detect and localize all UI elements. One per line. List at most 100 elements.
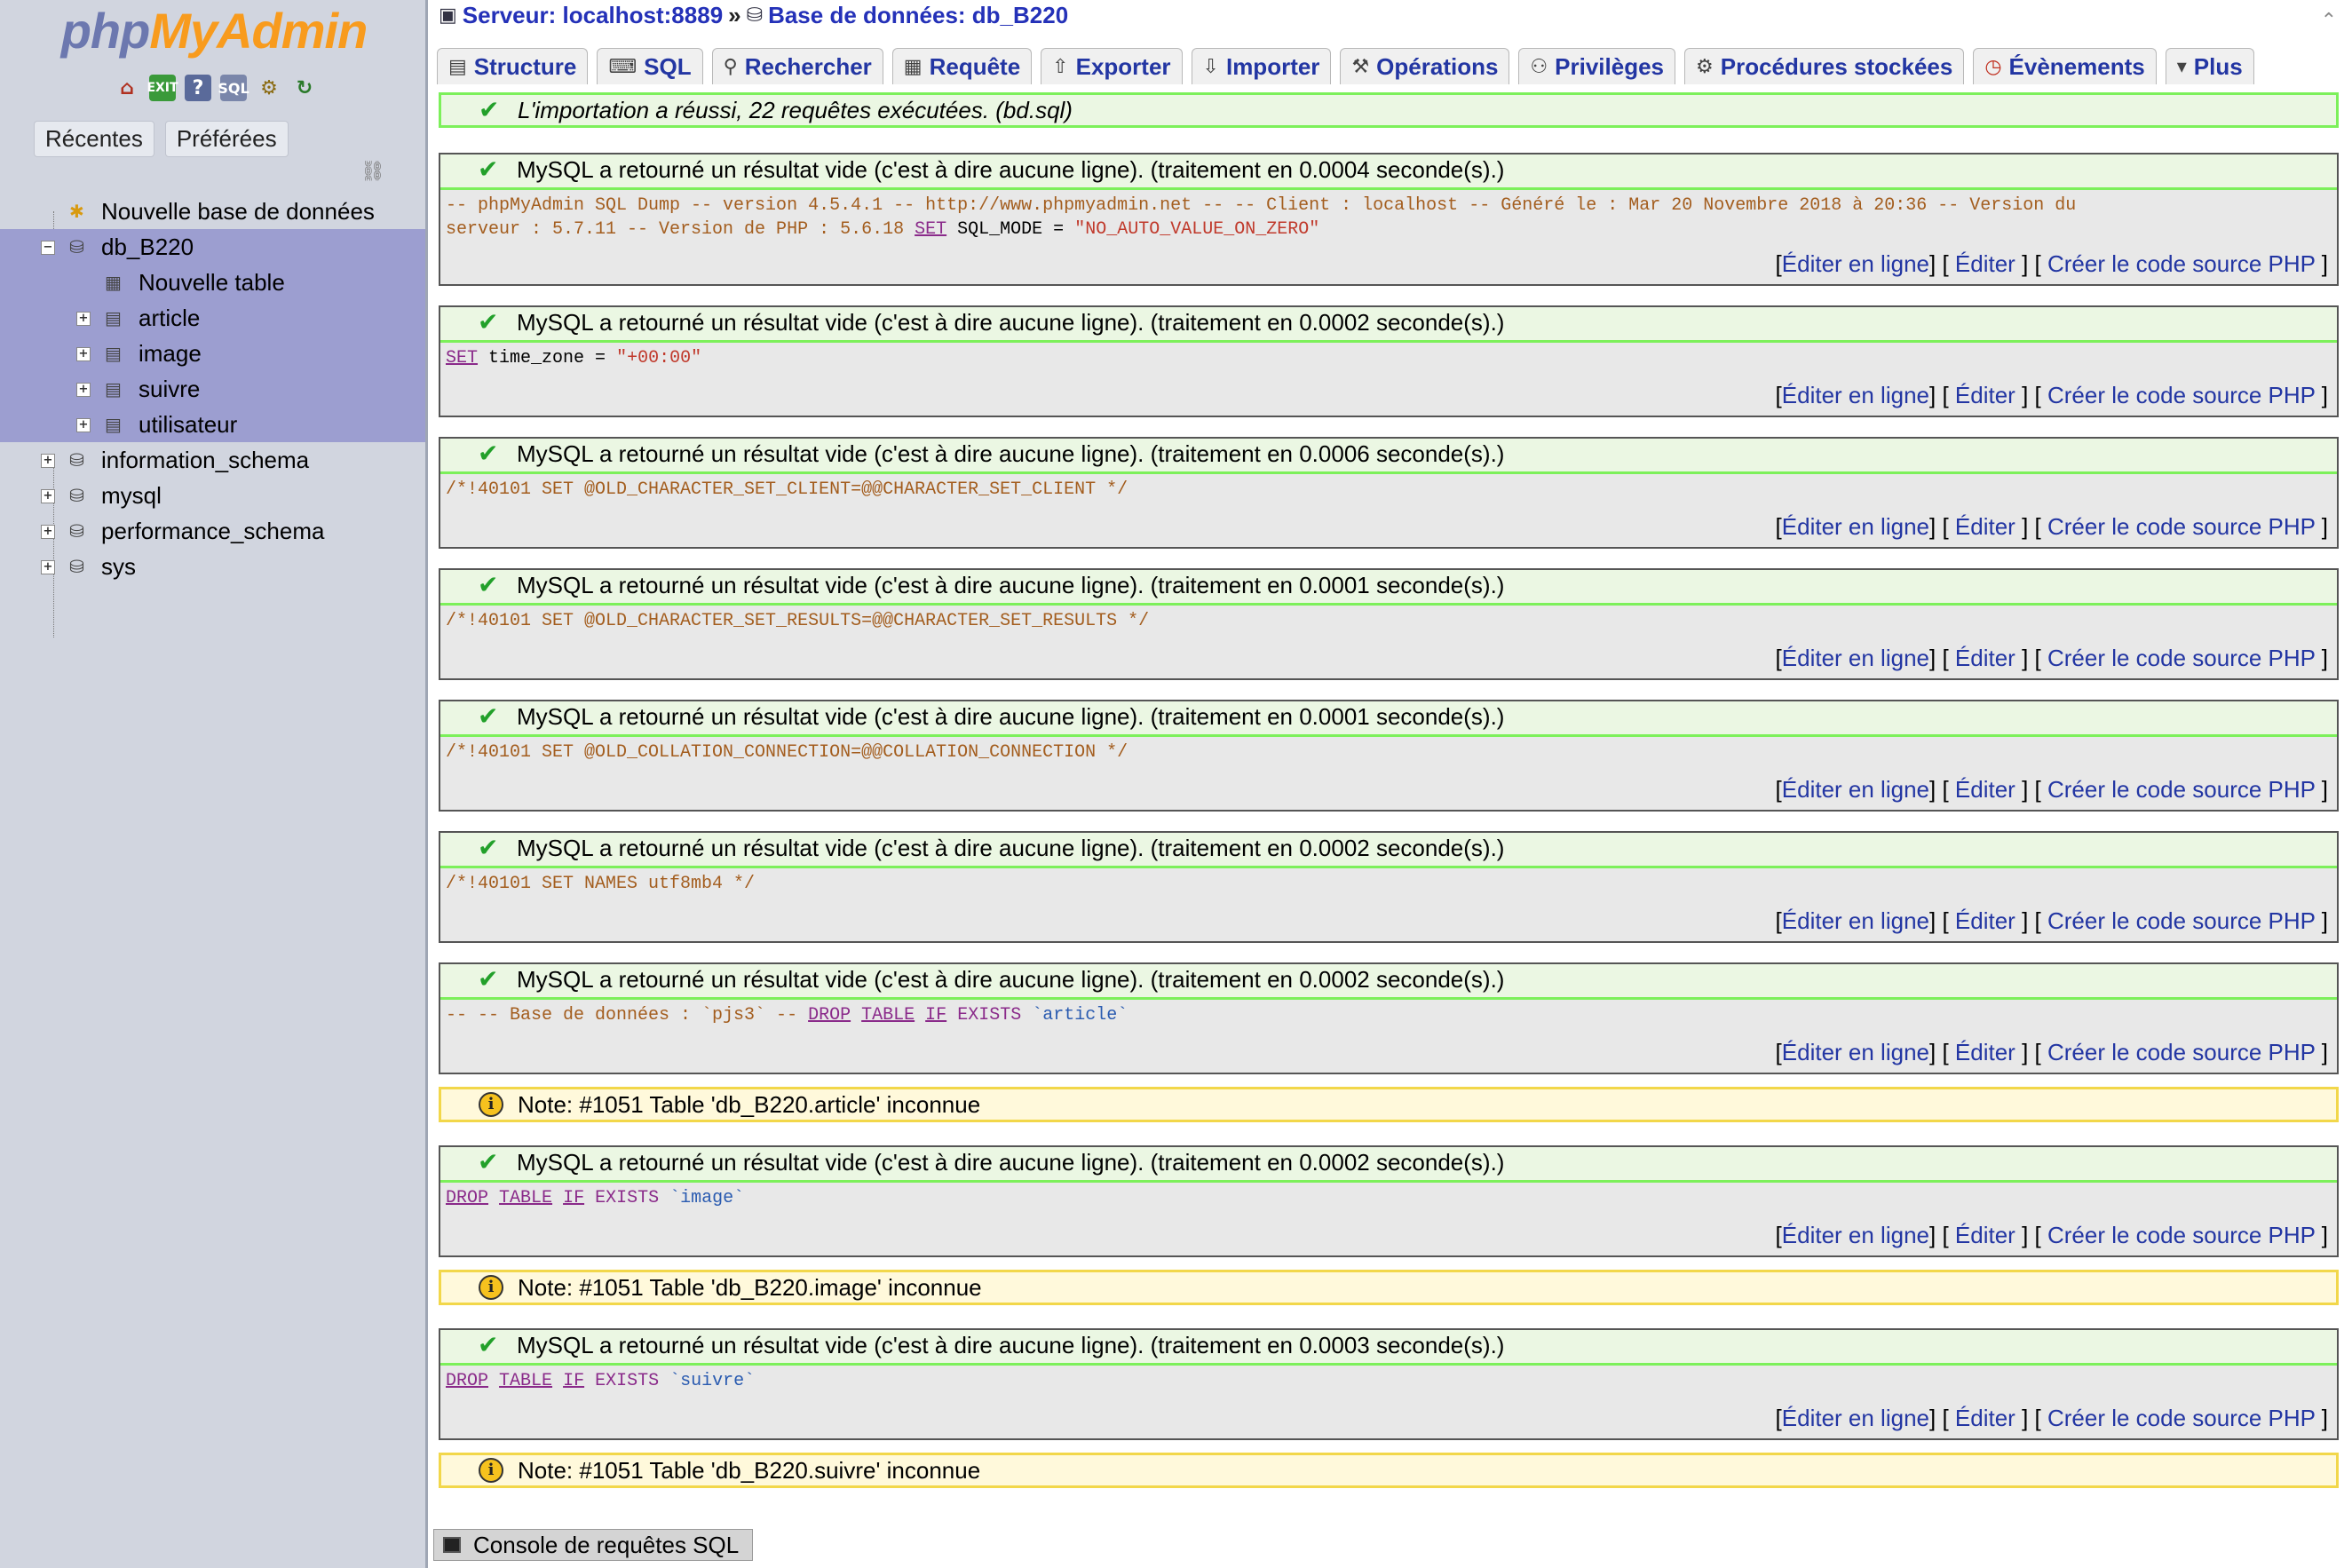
edit-link[interactable]: Éditer <box>1955 250 2015 277</box>
tree-table-item[interactable]: + ▤ image <box>0 336 425 371</box>
collapse-top-menu-icon[interactable]: ⌃ <box>2321 9 2337 32</box>
tab-operations[interactable]: ⚒ Opérations <box>1340 48 1510 84</box>
export-icon: ⇧ <box>1052 55 1069 78</box>
bracket: [ <box>1775 776 1782 803</box>
tab-routines[interactable]: ⚙ Procédures stockées <box>1684 48 1965 84</box>
create-php-code-link[interactable]: Créer le code source PHP <box>2047 1405 2316 1431</box>
settings-icon[interactable]: ⚙ <box>256 75 282 101</box>
bracket: [ <box>1775 1222 1782 1248</box>
sql-keyword: TABLE <box>861 1005 915 1026</box>
expand-icon[interactable]: + <box>76 312 91 326</box>
expand-icon[interactable]: + <box>41 489 55 503</box>
sql-query[interactable]: -- -- Base de données : `pjs3` -- DROP T… <box>440 1000 2337 1035</box>
sql-comment: -- phpMyAdmin SQL Dump -- version 4.5.4.… <box>446 195 2077 216</box>
tree-label-db: performance_schema <box>101 518 325 544</box>
success-text: MySQL a retourné un résultat vide (c'est… <box>517 703 1505 730</box>
tree-new-table[interactable]: ▦ Nouvelle table <box>0 265 425 300</box>
collapse-icon[interactable]: − <box>41 241 55 255</box>
tree-label-new-table: Nouvelle table <box>139 269 285 296</box>
sql-keyword: EXISTS <box>595 1371 660 1391</box>
edit-inline-link[interactable]: Éditer en ligne <box>1782 1222 1929 1248</box>
tree-db-item[interactable]: + ⛁ sys <box>0 549 425 584</box>
tab-search[interactable]: ⚲ Rechercher <box>711 48 883 84</box>
home-icon[interactable]: ⌂ <box>114 75 140 101</box>
tree-db-item[interactable]: + ⛁ performance_schema <box>0 513 425 549</box>
create-php-code-link[interactable]: Créer le code source PHP <box>2047 1222 2316 1248</box>
success-message: ✔ MySQL a retourné un résultat vide (c'e… <box>440 154 2337 190</box>
expand-icon[interactable]: + <box>41 525 55 539</box>
tree-db-item[interactable]: + ⛁ mysql <box>0 478 425 513</box>
edit-link[interactable]: Éditer <box>1955 645 2015 671</box>
create-php-code-link[interactable]: Créer le code source PHP <box>2047 1039 2316 1065</box>
edit-inline-link[interactable]: Éditer en ligne <box>1782 907 1929 934</box>
tree-db-current[interactable]: − ⛁ db_B220 <box>0 229 425 265</box>
tree-table-item[interactable]: + ▤ suivre <box>0 371 425 407</box>
edit-inline-link[interactable]: Éditer en ligne <box>1782 1039 1929 1065</box>
recent-tables-button[interactable]: Récentes <box>34 121 154 157</box>
edit-inline-link[interactable]: Éditer en ligne <box>1782 645 1929 671</box>
expand-icon[interactable]: + <box>41 454 55 468</box>
edit-link[interactable]: Éditer <box>1955 1039 2015 1065</box>
edit-inline-link[interactable]: Éditer en ligne <box>1782 1405 1929 1431</box>
link-with-main-panel-icon[interactable]: ⛓ <box>360 160 385 183</box>
create-php-code-link[interactable]: Créer le code source PHP <box>2047 513 2316 540</box>
expand-icon[interactable]: + <box>76 347 91 361</box>
edit-inline-link[interactable]: Éditer en ligne <box>1782 382 1929 408</box>
expand-icon[interactable]: + <box>76 383 91 397</box>
breadcrumb-server[interactable]: Serveur: localhost:8889 <box>463 2 723 29</box>
info-icon: i <box>479 1275 503 1300</box>
tab-structure[interactable]: ▤ Structure <box>437 48 589 84</box>
create-php-code-link[interactable]: Créer le code source PHP <box>2047 776 2316 803</box>
create-php-code-link[interactable]: Créer le code source PHP <box>2047 645 2316 671</box>
sql-keyword: TABLE <box>499 1188 553 1208</box>
bracket: ] [ <box>1929 1222 1949 1248</box>
sql-query[interactable]: -- phpMyAdmin SQL Dump -- version 4.5.4.… <box>440 190 2337 247</box>
edit-link[interactable]: Éditer <box>1955 513 2015 540</box>
tree-label-db: information_schema <box>101 447 310 473</box>
edit-link[interactable]: Éditer <box>1955 1222 2015 1248</box>
note-message: i Note: #1051 Table 'db_B220.image' inco… <box>439 1270 2339 1305</box>
sql-query[interactable]: DROP TABLE IF EXISTS `image` <box>440 1183 2337 1218</box>
edit-inline-link[interactable]: Éditer en ligne <box>1782 250 1929 277</box>
tree-table-item[interactable]: + ▤ article <box>0 300 425 336</box>
docs-icon[interactable]: ? <box>185 75 211 101</box>
logout-icon[interactable]: EXIT <box>146 75 178 101</box>
create-php-code-link[interactable]: Créer le code source PHP <box>2047 907 2316 934</box>
sql-query[interactable]: /*!40101 SET @OLD_CHARACTER_SET_CLIENT=@… <box>440 474 2337 510</box>
tree-db-item[interactable]: + ⛁ information_schema <box>0 442 425 478</box>
sql-query[interactable]: /*!40101 SET @OLD_CHARACTER_SET_RESULTS=… <box>440 606 2337 641</box>
tab-export[interactable]: ⇧ Exporter <box>1041 48 1183 84</box>
sql-query[interactable]: /*!40101 SET NAMES utf8mb4 */ <box>440 868 2337 904</box>
sql-query[interactable]: /*!40101 SET @OLD_COLLATION_CONNECTION=@… <box>440 737 2337 772</box>
sql-docs-icon[interactable]: SQL <box>218 75 249 101</box>
create-php-code-link[interactable]: Créer le code source PHP <box>2047 382 2316 408</box>
tree-new-database[interactable]: ✱ Nouvelle base de données <box>0 194 425 229</box>
tree-label-new-database: Nouvelle base de données <box>101 198 375 225</box>
sql-console-toggle[interactable]: Console de requêtes SQL <box>433 1529 753 1561</box>
edit-link[interactable]: Éditer <box>1955 382 2015 408</box>
edit-link[interactable]: Éditer <box>1955 907 2015 934</box>
tree-table-item[interactable]: + ▤ utilisateur <box>0 407 425 442</box>
edit-inline-link[interactable]: Éditer en ligne <box>1782 776 1929 803</box>
edit-inline-link[interactable]: Éditer en ligne <box>1782 513 1929 540</box>
favorite-tables-button[interactable]: Préférées <box>164 121 289 157</box>
note-text: Note: #1051 Table 'db_B220.image' inconn… <box>518 1274 982 1301</box>
tab-import[interactable]: ⇩ Importer <box>1191 48 1332 84</box>
tab-events[interactable]: ◷ Évènements <box>1973 48 2157 84</box>
breadcrumb-database[interactable]: Base de données: db_B220 <box>768 2 1068 29</box>
reload-icon[interactable]: ↻ <box>291 75 318 101</box>
tab-sql[interactable]: ⌨ SQL <box>597 48 703 84</box>
sql-query[interactable]: DROP TABLE IF EXISTS `suivre` <box>440 1366 2337 1401</box>
sql-query[interactable]: SET time_zone = "+00:00" <box>440 343 2337 378</box>
edit-link[interactable]: Éditer <box>1955 776 2015 803</box>
new-table-icon: ▦ <box>105 272 122 293</box>
create-php-code-link[interactable]: Créer le code source PHP <box>2047 250 2316 277</box>
expand-icon[interactable]: + <box>41 560 55 574</box>
edit-link[interactable]: Éditer <box>1955 1405 2015 1431</box>
tab-privileges[interactable]: ⚇ Privilèges <box>1518 48 1676 84</box>
tab-query[interactable]: ▦ Requête <box>891 48 1033 84</box>
tab-more[interactable]: ▾ Plus <box>2165 48 2254 84</box>
expand-icon[interactable]: + <box>76 418 91 432</box>
bracket: ] [ <box>2022 645 2041 671</box>
phpmyadmin-logo[interactable]: phpMyAdmin <box>0 2 428 59</box>
